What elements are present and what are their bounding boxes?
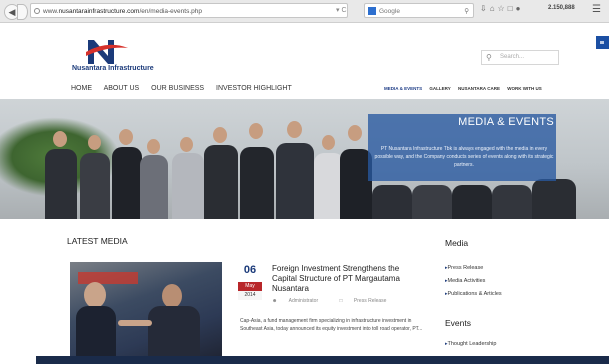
- hero-person-head: [287, 121, 302, 138]
- hero-description: PT Nusantara Infrastructure Tbk is alway…: [374, 146, 554, 168]
- hero-title: MEDIA & EVENTS: [458, 116, 554, 128]
- thumb-handshake: [118, 320, 152, 326]
- url-path: /en/media-events.php: [139, 8, 202, 15]
- sidebar-item-media-activities[interactable]: Media Activities: [445, 275, 502, 288]
- nav-nusantara-care[interactable]: NUSANTARA CARE: [458, 86, 500, 91]
- article-thumbnail[interactable]: [70, 262, 222, 359]
- hero-person: [80, 153, 110, 219]
- article-excerpt: Cap-Asia, a fund management firm special…: [240, 318, 423, 332]
- folder-icon: □: [339, 298, 344, 304]
- download-icon[interactable]: ⇩: [480, 4, 490, 13]
- article-date-year: 2014: [238, 291, 262, 300]
- nav-investor-highlight[interactable]: INVESTOR HIGHLIGHT: [216, 85, 292, 92]
- home-icon[interactable]: ⌂: [490, 4, 498, 13]
- main-nav: HOME ABOUT US OUR BUSINESS INVESTOR HIGH…: [71, 85, 302, 92]
- sidebar-media-heading: Media: [445, 238, 469, 248]
- nav-gallery[interactable]: GALLERY: [429, 86, 450, 91]
- hero-person: [372, 185, 412, 219]
- article-title-link[interactable]: Foreign Investment Strengthens the Capit…: [272, 264, 422, 294]
- globe-icon: [34, 8, 40, 14]
- sidebar-item-thought-leadership[interactable]: Thought Leadership: [445, 341, 497, 347]
- thumb-banner: [78, 272, 138, 284]
- sidebar-item-publications[interactable]: Publications & Articles: [445, 288, 502, 301]
- hero-person: [45, 149, 77, 219]
- thumb-person: [76, 306, 116, 359]
- hero-person: [412, 185, 452, 219]
- nav-work-with-us[interactable]: WORK WITH US: [507, 86, 542, 91]
- hero-person: [532, 179, 576, 219]
- menu-icon[interactable]: ☰: [592, 4, 601, 15]
- logo-icon[interactable]: [86, 36, 128, 66]
- nav-our-business[interactable]: OUR BUSINESS: [151, 85, 204, 92]
- article-author-label: Administrator: [288, 298, 319, 304]
- thumb-person: [148, 306, 200, 359]
- hero-person-head: [53, 131, 67, 147]
- hero-person: [492, 185, 532, 219]
- search-engine-icon[interactable]: [368, 7, 376, 15]
- article-category-label: Press Release: [353, 298, 387, 304]
- hero-person: [112, 147, 142, 219]
- hero-person-head: [88, 135, 101, 150]
- footer-bar: [36, 356, 609, 364]
- hero-person: [204, 145, 238, 219]
- latest-media-heading: LATEST MEDIA: [67, 236, 128, 246]
- nav-home[interactable]: HOME: [71, 85, 92, 92]
- clipboard-icon[interactable]: □: [508, 4, 516, 13]
- hero-person-head: [213, 127, 227, 143]
- dropdown-icon[interactable]: ▾: [336, 7, 340, 14]
- sidebar-media-list: Press Release Media Activities Publicati…: [445, 262, 502, 301]
- sidebar-events-heading: Events: [445, 318, 471, 328]
- browser-toolbar-icons[interactable]: ⇩⌂☆□●: [480, 4, 523, 13]
- article-author[interactable]: ☻ Administrator: [272, 298, 328, 304]
- article-date-month: May: [238, 282, 262, 291]
- toolbar-counter: 2.150,888: [548, 5, 575, 11]
- url-prefix: www.: [43, 8, 59, 15]
- address-bar[interactable]: www.nusantarainfrastructure.com/en/media…: [30, 3, 348, 18]
- hero-person-head: [348, 125, 362, 141]
- sub-nav: MEDIA & EVENTS GALLERY NUSANTARA CARE WO…: [384, 86, 548, 91]
- nav-media-events[interactable]: MEDIA & EVENTS: [384, 86, 422, 91]
- nav-about-us[interactable]: ABOUT US: [104, 85, 140, 92]
- site-search-input[interactable]: ⚲ Search...: [481, 50, 559, 65]
- hero-person: [452, 185, 492, 219]
- url-host: nusantarainfrastructure.com: [58, 8, 140, 15]
- hero-person-head: [147, 139, 160, 154]
- sidebar-item-press-release[interactable]: Press Release: [445, 262, 502, 275]
- sidebar-events-list: Thought Leadership: [445, 341, 497, 347]
- logo-text[interactable]: Nusantara Infrastructure: [72, 65, 154, 72]
- thumb-person-head: [162, 284, 182, 308]
- url-actions[interactable]: ▾ C: [336, 3, 347, 18]
- user-icon: ☻: [272, 298, 279, 304]
- forward-button[interactable]: [17, 4, 28, 20]
- search-icon: ⚲: [486, 53, 492, 62]
- thumb-person-head: [84, 282, 106, 308]
- site-search-placeholder: Search...: [500, 54, 525, 60]
- extension-icon[interactable]: ●: [516, 4, 524, 13]
- hero-person: [276, 143, 314, 219]
- reload-icon[interactable]: C: [341, 7, 346, 14]
- browser-search-field[interactable]: Google ⚲: [364, 3, 474, 18]
- hero-person-head: [119, 129, 133, 145]
- hero-person: [240, 147, 274, 219]
- bookmark-star-icon[interactable]: ☆: [498, 4, 508, 13]
- article-meta: ☻ Administrator □ Press Release: [272, 298, 406, 304]
- side-tab-button[interactable]: [596, 36, 609, 49]
- browser-toolbar: ◀ www.nusantarainfrastructure.com/en/med…: [0, 0, 609, 23]
- hero-person: [140, 155, 168, 219]
- article-date-day: 06: [243, 264, 257, 276]
- hero-person-head: [249, 123, 263, 139]
- hero-person-head: [322, 135, 335, 150]
- search-icon[interactable]: ⚲: [464, 4, 469, 19]
- article-category[interactable]: □ Press Release: [340, 298, 397, 304]
- hero-person: [172, 153, 204, 219]
- search-engine-label: Google: [379, 8, 400, 15]
- hero-person-head: [180, 137, 193, 152]
